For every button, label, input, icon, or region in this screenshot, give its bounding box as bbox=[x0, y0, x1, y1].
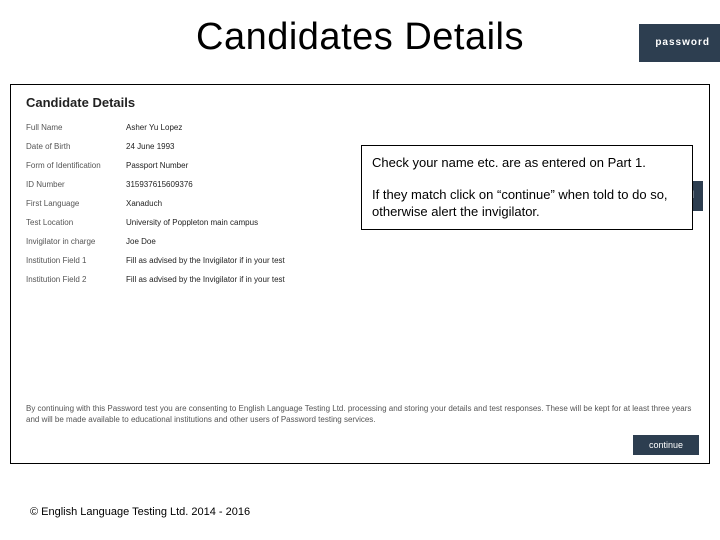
detail-row: Invigilator in chargeJoe Doe bbox=[26, 237, 356, 246]
detail-label: First Language bbox=[26, 199, 126, 208]
detail-row: Test LocationUniversity of Poppleton mai… bbox=[26, 218, 356, 227]
password-logo-top: password bbox=[639, 24, 720, 62]
detail-value: Joe Doe bbox=[126, 237, 356, 246]
detail-value: Passport Number bbox=[126, 161, 356, 170]
instruction-callout: Check your name etc. are as entered on P… bbox=[361, 145, 693, 230]
detail-label: Form of Identification bbox=[26, 161, 126, 170]
detail-row: Full NameAsher Yu Lopez bbox=[26, 123, 356, 132]
callout-line-2: If they match click on “continue” when t… bbox=[372, 186, 682, 221]
detail-value: Fill as advised by the Invigilator if in… bbox=[126, 256, 356, 265]
detail-row: Institution Field 1Fill as advised by th… bbox=[26, 256, 356, 265]
page-title: Candidates Details bbox=[0, 16, 720, 59]
callout-line-1: Check your name etc. are as entered on P… bbox=[372, 154, 682, 172]
detail-label: Invigilator in charge bbox=[26, 237, 126, 246]
logo-text: password bbox=[639, 24, 720, 62]
section-heading: Candidate Details bbox=[26, 95, 135, 110]
consent-text: By continuing with this Password test yo… bbox=[26, 403, 694, 425]
slide: { "title": "Candidates Details", "logo_t… bbox=[0, 0, 720, 540]
copyright-footer: © English Language Testing Ltd. 2014 - 2… bbox=[30, 506, 250, 518]
detail-label: Date of Birth bbox=[26, 142, 126, 151]
detail-label: Full Name bbox=[26, 123, 126, 132]
detail-value: University of Poppleton main campus bbox=[126, 218, 356, 227]
detail-value: 315937615609376 bbox=[126, 180, 356, 189]
detail-label: Test Location bbox=[26, 218, 126, 227]
detail-row: First LanguageXanaduch bbox=[26, 199, 356, 208]
detail-row: Date of Birth24 June 1993 bbox=[26, 142, 356, 151]
candidate-details-list: Full NameAsher Yu Lopez Date of Birth24 … bbox=[26, 123, 356, 294]
detail-value: Asher Yu Lopez bbox=[126, 123, 356, 132]
detail-value: Fill as advised by the Invigilator if in… bbox=[126, 275, 356, 284]
continue-button[interactable]: continue bbox=[633, 435, 699, 455]
app-window-frame: password Candidate Details Full NameAshe… bbox=[10, 84, 710, 464]
detail-row: Form of IdentificationPassport Number bbox=[26, 161, 356, 170]
detail-row: Institution Field 2Fill as advised by th… bbox=[26, 275, 356, 284]
detail-label: Institution Field 1 bbox=[26, 256, 126, 265]
detail-value: 24 June 1993 bbox=[126, 142, 356, 151]
detail-label: ID Number bbox=[26, 180, 126, 189]
detail-value: Xanaduch bbox=[126, 199, 356, 208]
detail-label: Institution Field 2 bbox=[26, 275, 126, 284]
detail-row: ID Number315937615609376 bbox=[26, 180, 356, 189]
